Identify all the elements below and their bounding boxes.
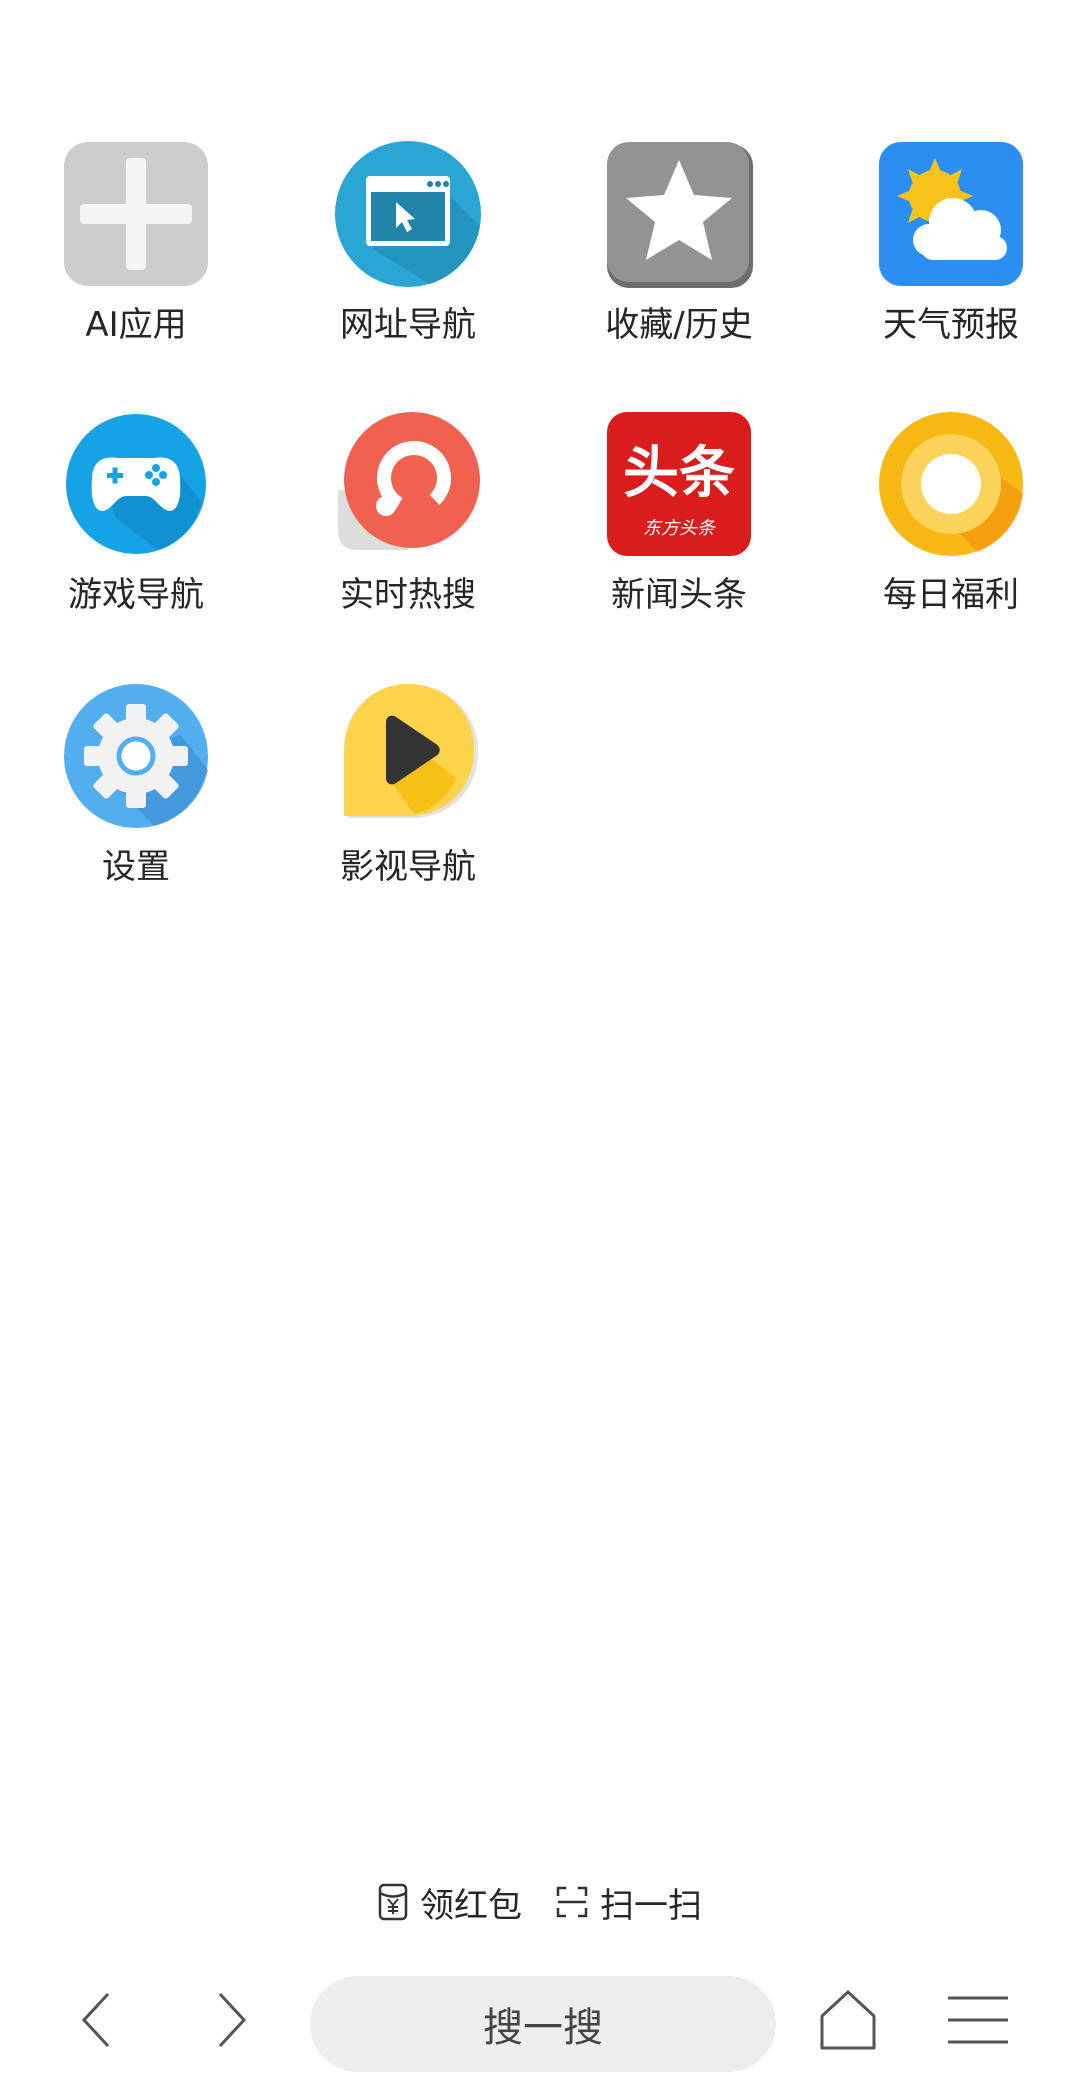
scan-icon [556,1886,588,1918]
app-label: AI应用 [85,305,187,345]
chevron-right-icon [218,1992,247,2048]
search-button[interactable]: 搜一搜 [310,1976,776,2072]
app-trending-search[interactable]: 实时热搜 [298,410,518,650]
app-headline-news[interactable]: 头条 东方头条 新闻头条 [569,410,789,650]
app-label: 影视导航 [340,847,476,887]
app-label: 实时热搜 [340,575,476,615]
quick-links: 领红包 扫一扫 [0,1872,1080,1932]
home-button[interactable] [808,1980,888,2060]
home-icon [820,1990,876,2050]
app-label: 设置 [102,847,170,887]
trending-icon [338,412,480,550]
search-label: 搜一搜 [483,2005,603,2051]
app-video-navigation[interactable]: 影视导航 [298,682,518,922]
star-icon [607,142,753,288]
red-packet-link[interactable]: 领红包 [378,1878,522,1927]
news-logo-icon: 头条 东方头条 [607,412,751,556]
chevron-left-icon [81,1992,110,2048]
svg-text:头条: 头条 [623,441,735,506]
bottom-toolbar: 搜一搜 [0,1960,1080,2088]
app-daily-benefits[interactable]: 每日福利 [841,410,1061,650]
scan-label: 扫一扫 [600,1885,702,1926]
app-label: 每日福利 [883,575,1019,615]
gamepad-icon [66,414,206,554]
back-button[interactable] [56,1980,136,2060]
browser-window-icon [335,141,481,287]
svg-text:东方头条: 东方头条 [643,518,717,539]
app-label: 新闻头条 [611,575,747,615]
weather-icon [879,142,1023,286]
app-label: 收藏/历史 [605,305,753,345]
gear-icon [64,684,208,828]
menu-button[interactable] [938,1980,1018,2060]
red-packet-label: 领红包 [420,1885,522,1926]
app-label: 网址导航 [340,305,476,345]
app-bookmarks-history[interactable]: 收藏/历史 [569,140,789,380]
app-weather[interactable]: 天气预报 [841,140,1061,380]
scan-link[interactable]: 扫一扫 [556,1878,702,1927]
app-label: 游戏导航 [68,575,204,615]
plus-icon [64,142,208,286]
app-game-navigation[interactable]: 游戏导航 [26,410,246,650]
app-url-navigation[interactable]: 网址导航 [298,140,518,380]
app-label: 天气预报 [883,305,1019,345]
app-settings[interactable]: 设置 [26,682,246,922]
forward-button[interactable] [192,1980,272,2060]
red-packet-icon [378,1883,408,1921]
app-grid: AI应用 网址导航 收藏/历史 天气预报 游戏导航 实时热搜 头条 东方头条 新… [0,0,1080,960]
ring-icon [879,412,1023,556]
play-icon [344,684,478,818]
app-ai[interactable]: AI应用 [26,140,246,380]
menu-icon [948,1996,1008,2044]
